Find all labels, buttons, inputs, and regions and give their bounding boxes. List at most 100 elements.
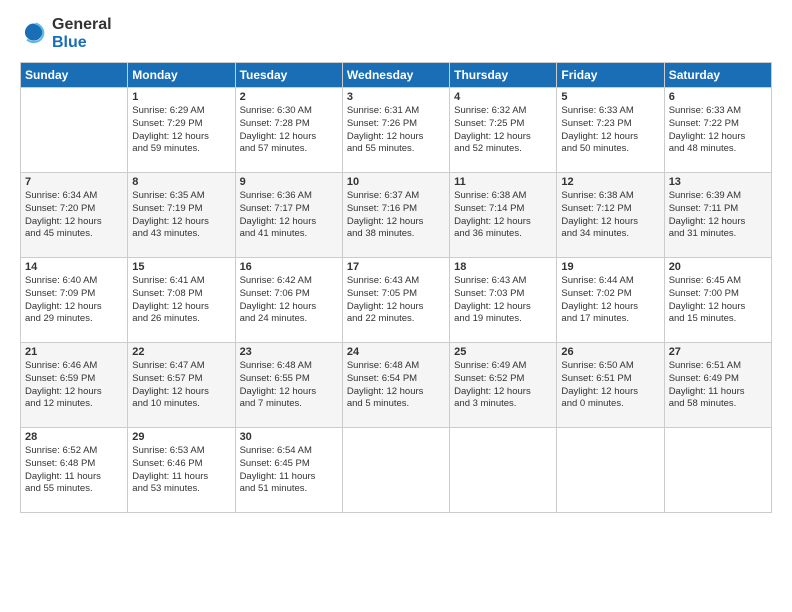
col-header-thursday: Thursday — [450, 63, 557, 88]
calendar-cell: 8 Sunrise: 6:35 AM Sunset: 7:19 PM Daylig… — [128, 173, 235, 258]
calendar-cell — [664, 428, 771, 513]
col-header-tuesday: Tuesday — [235, 63, 342, 88]
day-info: Sunrise: 6:41 AM Sunset: 7:08 PM Dayligh… — [132, 275, 230, 326]
calendar-cell: 16 Sunrise: 6:42 AM Sunset: 7:06 PM Dayli… — [235, 258, 342, 343]
day-number: 29 — [132, 431, 230, 443]
day-info: Sunrise: 6:49 AM Sunset: 6:52 PM Dayligh… — [454, 360, 552, 411]
calendar-cell: 28Sunrise: 6:52 AM Sunset: 6:48 PM Dayli… — [21, 428, 128, 513]
day-number: 14 — [25, 261, 123, 273]
day-info: Sunrise: 6:29 AM Sunset: 7:29 PM Dayligh… — [132, 105, 230, 156]
week-row-5: 28Sunrise: 6:52 AM Sunset: 6:48 PM Dayli… — [21, 428, 772, 513]
calendar-cell: 13 Sunrise: 6:39 AM Sunset: 7:11 PM Dayli… — [664, 173, 771, 258]
calendar-cell: 21 Sunrise: 6:46 AM Sunset: 6:59 PM Dayli… — [21, 343, 128, 428]
day-info: Sunrise: 6:53 AM Sunset: 6:46 PM Dayligh… — [132, 445, 230, 496]
calendar-cell: 17 Sunrise: 6:43 AM Sunset: 7:05 PM Dayli… — [342, 258, 449, 343]
day-info: Sunrise: 6:30 AM Sunset: 7:28 PM Dayligh… — [240, 105, 338, 156]
day-number: 21 — [25, 346, 123, 358]
day-number: 18 — [454, 261, 552, 273]
day-info: Sunrise: 6:46 AM Sunset: 6:59 PM Dayligh… — [25, 360, 123, 411]
page: General Blue SundayMondayTuesdayWednesda… — [0, 0, 792, 612]
col-header-sunday: Sunday — [21, 63, 128, 88]
calendar-cell: 18 Sunrise: 6:43 AM Sunset: 7:03 PM Dayli… — [450, 258, 557, 343]
day-info: Sunrise: 6:45 AM Sunset: 7:00 PM Dayligh… — [669, 275, 767, 326]
day-info: Sunrise: 6:44 AM Sunset: 7:02 PM Dayligh… — [561, 275, 659, 326]
day-info: Sunrise: 6:37 AM Sunset: 7:16 PM Dayligh… — [347, 190, 445, 241]
calendar-cell — [21, 88, 128, 173]
day-number: 26 — [561, 346, 659, 358]
day-number: 22 — [132, 346, 230, 358]
calendar-cell: 19 Sunrise: 6:44 AM Sunset: 7:02 PM Dayli… — [557, 258, 664, 343]
calendar-cell: 3 Sunrise: 6:31 AM Sunset: 7:26 PM Daylig… — [342, 88, 449, 173]
calendar-cell: 15 Sunrise: 6:41 AM Sunset: 7:08 PM Dayli… — [128, 258, 235, 343]
day-number: 16 — [240, 261, 338, 273]
calendar-cell: 24Sunrise: 6:48 AM Sunset: 6:54 PM Dayli… — [342, 343, 449, 428]
calendar-cell: 5 Sunrise: 6:33 AM Sunset: 7:23 PM Daylig… — [557, 88, 664, 173]
day-info: Sunrise: 6:32 AM Sunset: 7:25 PM Dayligh… — [454, 105, 552, 156]
calendar-cell: 7 Sunrise: 6:34 AM Sunset: 7:20 PM Daylig… — [21, 173, 128, 258]
logo: General Blue — [20, 16, 112, 52]
day-info: Sunrise: 6:35 AM Sunset: 7:19 PM Dayligh… — [132, 190, 230, 241]
header-row: SundayMondayTuesdayWednesdayThursdayFrid… — [21, 63, 772, 88]
day-number: 2 — [240, 91, 338, 103]
day-info: Sunrise: 6:54 AM Sunset: 6:45 PM Dayligh… — [240, 445, 338, 496]
calendar-cell: 20Sunrise: 6:45 AM Sunset: 7:00 PM Dayli… — [664, 258, 771, 343]
day-info: Sunrise: 6:43 AM Sunset: 7:03 PM Dayligh… — [454, 275, 552, 326]
day-info: Sunrise: 6:39 AM Sunset: 7:11 PM Dayligh… — [669, 190, 767, 241]
day-number: 12 — [561, 176, 659, 188]
day-info: Sunrise: 6:42 AM Sunset: 7:06 PM Dayligh… — [240, 275, 338, 326]
day-number: 3 — [347, 91, 445, 103]
day-info: Sunrise: 6:50 AM Sunset: 6:51 PM Dayligh… — [561, 360, 659, 411]
day-number: 24 — [347, 346, 445, 358]
day-info: Sunrise: 6:33 AM Sunset: 7:23 PM Dayligh… — [561, 105, 659, 156]
day-number: 25 — [454, 346, 552, 358]
col-header-monday: Monday — [128, 63, 235, 88]
week-row-2: 7 Sunrise: 6:34 AM Sunset: 7:20 PM Daylig… — [21, 173, 772, 258]
day-info: Sunrise: 6:43 AM Sunset: 7:05 PM Dayligh… — [347, 275, 445, 326]
day-number: 19 — [561, 261, 659, 273]
calendar-cell: 6Sunrise: 6:33 AM Sunset: 7:22 PM Daylig… — [664, 88, 771, 173]
calendar-table: SundayMondayTuesdayWednesdayThursdayFrid… — [20, 62, 772, 513]
day-number: 15 — [132, 261, 230, 273]
day-number: 4 — [454, 91, 552, 103]
calendar-cell: 11Sunrise: 6:38 AM Sunset: 7:14 PM Dayli… — [450, 173, 557, 258]
calendar-cell: 2 Sunrise: 6:30 AM Sunset: 7:28 PM Daylig… — [235, 88, 342, 173]
day-number: 10 — [347, 176, 445, 188]
col-header-wednesday: Wednesday — [342, 63, 449, 88]
day-number: 9 — [240, 176, 338, 188]
day-number: 5 — [561, 91, 659, 103]
day-number: 8 — [132, 176, 230, 188]
day-number: 7 — [25, 176, 123, 188]
header: General Blue — [20, 16, 772, 52]
calendar-cell: 1Sunrise: 6:29 AM Sunset: 7:29 PM Daylig… — [128, 88, 235, 173]
day-info: Sunrise: 6:48 AM Sunset: 6:55 PM Dayligh… — [240, 360, 338, 411]
day-info: Sunrise: 6:34 AM Sunset: 7:20 PM Dayligh… — [25, 190, 123, 241]
day-info: Sunrise: 6:51 AM Sunset: 6:49 PM Dayligh… — [669, 360, 767, 411]
calendar-cell — [557, 428, 664, 513]
day-info: Sunrise: 6:47 AM Sunset: 6:57 PM Dayligh… — [132, 360, 230, 411]
day-info: Sunrise: 6:38 AM Sunset: 7:14 PM Dayligh… — [454, 190, 552, 241]
day-number: 13 — [669, 176, 767, 188]
calendar-cell: 23 Sunrise: 6:48 AM Sunset: 6:55 PM Dayli… — [235, 343, 342, 428]
col-header-friday: Friday — [557, 63, 664, 88]
calendar-cell: 12Sunrise: 6:38 AM Sunset: 7:12 PM Dayli… — [557, 173, 664, 258]
calendar-cell: 25 Sunrise: 6:49 AM Sunset: 6:52 PM Dayli… — [450, 343, 557, 428]
day-info: Sunrise: 6:40 AM Sunset: 7:09 PM Dayligh… — [25, 275, 123, 326]
calendar-cell: 4 Sunrise: 6:32 AM Sunset: 7:25 PM Daylig… — [450, 88, 557, 173]
day-number: 28 — [25, 431, 123, 443]
day-info: Sunrise: 6:33 AM Sunset: 7:22 PM Dayligh… — [669, 105, 767, 156]
calendar-cell — [450, 428, 557, 513]
calendar-cell: 10 Sunrise: 6:37 AM Sunset: 7:16 PM Dayli… — [342, 173, 449, 258]
calendar-cell: 22 Sunrise: 6:47 AM Sunset: 6:57 PM Dayli… — [128, 343, 235, 428]
day-number: 17 — [347, 261, 445, 273]
day-number: 27 — [669, 346, 767, 358]
day-info: Sunrise: 6:31 AM Sunset: 7:26 PM Dayligh… — [347, 105, 445, 156]
day-number: 30 — [240, 431, 338, 443]
week-row-1: 1Sunrise: 6:29 AM Sunset: 7:29 PM Daylig… — [21, 88, 772, 173]
calendar-cell: 27 Sunrise: 6:51 AM Sunset: 6:49 PM Dayli… — [664, 343, 771, 428]
week-row-3: 14 Sunrise: 6:40 AM Sunset: 7:09 PM Dayli… — [21, 258, 772, 343]
calendar-cell: 14 Sunrise: 6:40 AM Sunset: 7:09 PM Dayli… — [21, 258, 128, 343]
logo-icon — [20, 20, 48, 48]
week-row-4: 21 Sunrise: 6:46 AM Sunset: 6:59 PM Dayli… — [21, 343, 772, 428]
day-number: 23 — [240, 346, 338, 358]
day-info: Sunrise: 6:36 AM Sunset: 7:17 PM Dayligh… — [240, 190, 338, 241]
